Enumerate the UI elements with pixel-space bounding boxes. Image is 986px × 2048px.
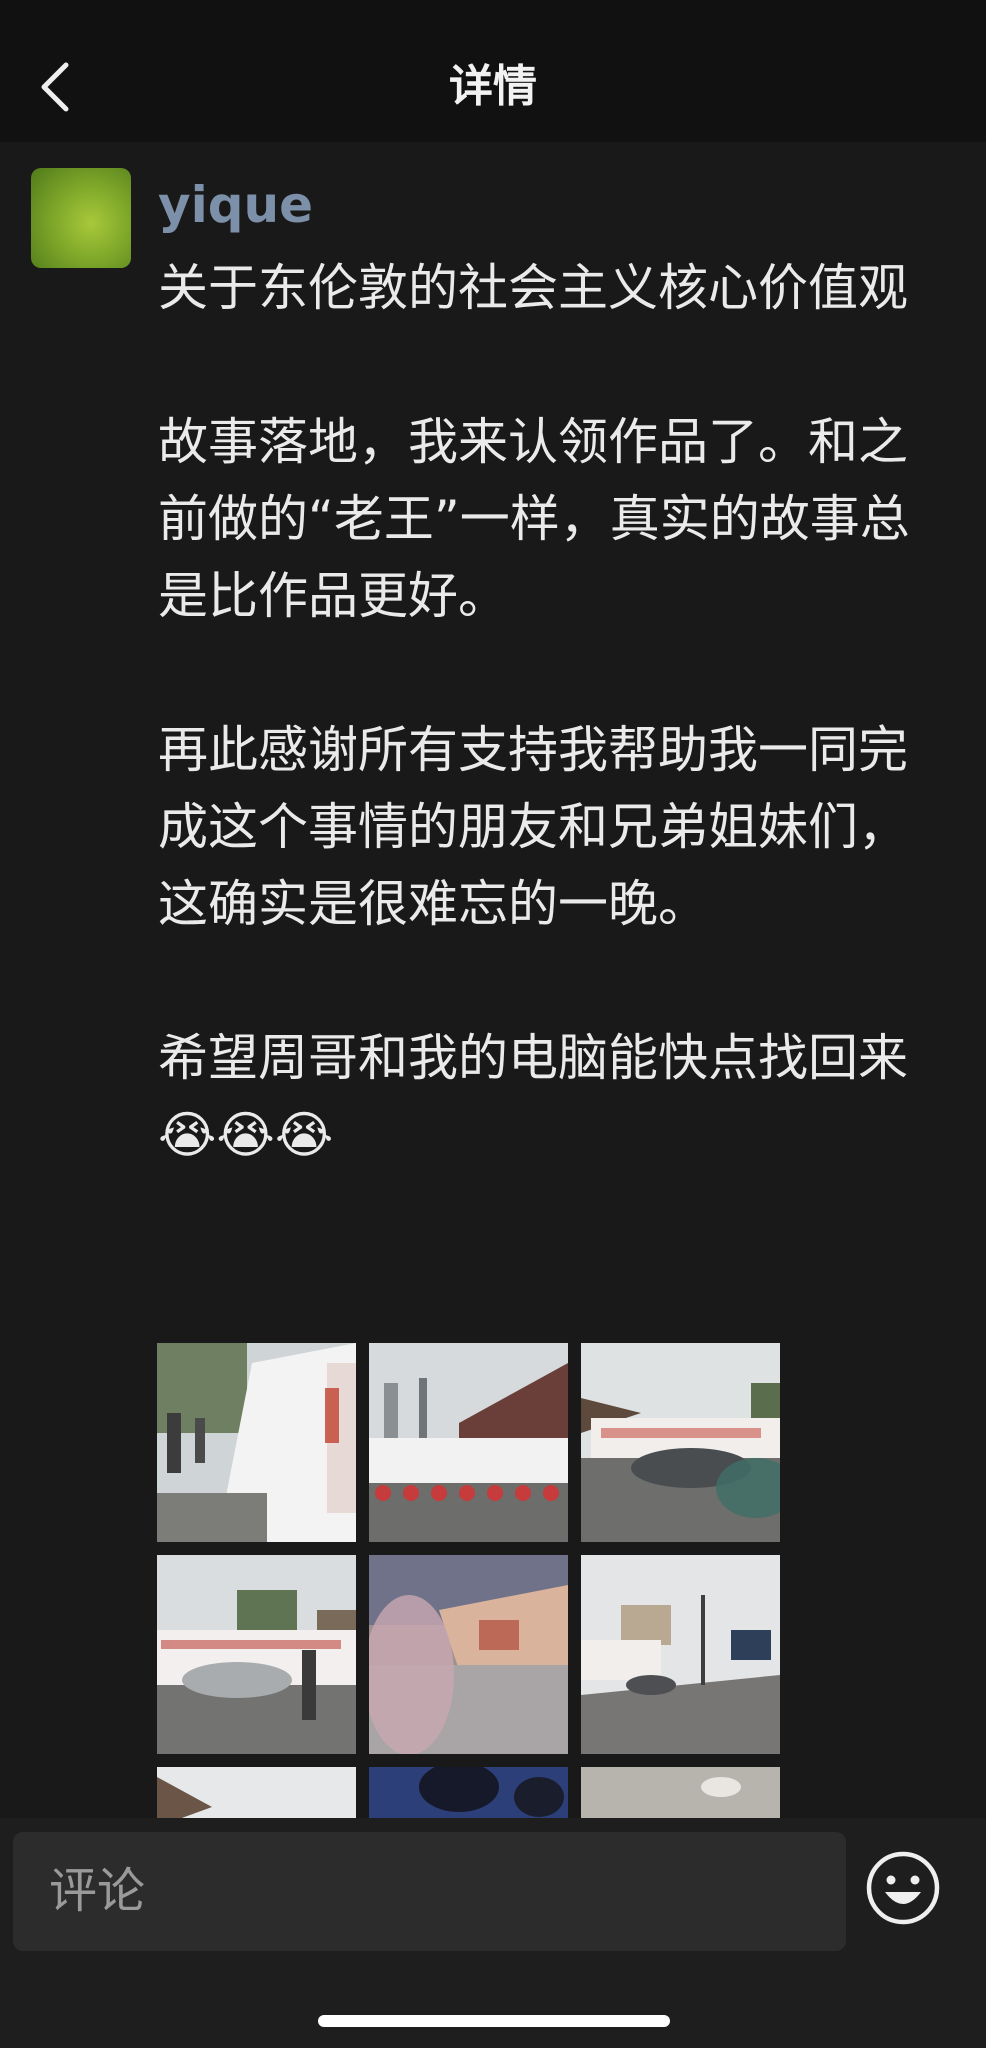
nav-bar: 详情 — [0, 0, 986, 142]
comment-bar: 评论 — [0, 1818, 986, 2048]
emoji-smiley-icon — [866, 1851, 940, 1925]
photo-thumbnail-5[interactable] — [369, 1555, 568, 1754]
post-text: 关于东伦敦的社会主义核心价值观 故事落地，我来认领作品了。和之前做的“老王”一样… — [158, 259, 910, 1164]
author-name[interactable]: yique — [158, 172, 313, 238]
page-title: 详情 — [449, 61, 537, 112]
photo-thumbnail-3[interactable] — [581, 1343, 780, 1542]
photo-thumbnail-1[interactable] — [157, 1343, 356, 1542]
photo-thumbnail-4[interactable] — [157, 1555, 356, 1754]
avatar[interactable] — [31, 168, 131, 268]
home-indicator — [318, 2015, 670, 2027]
photo-thumbnail-2[interactable] — [369, 1343, 568, 1542]
photo-thumbnail-6[interactable] — [581, 1555, 780, 1754]
photo-thumbnail-8[interactable] — [369, 1767, 568, 1818]
photo-thumbnail-7[interactable] — [157, 1767, 356, 1818]
photo-thumbnail-9[interactable] — [581, 1767, 780, 1818]
photo-grid — [157, 1343, 782, 1818]
comment-input[interactable]: 评论 — [13, 1832, 846, 1951]
emoji-button[interactable] — [865, 1850, 941, 1926]
